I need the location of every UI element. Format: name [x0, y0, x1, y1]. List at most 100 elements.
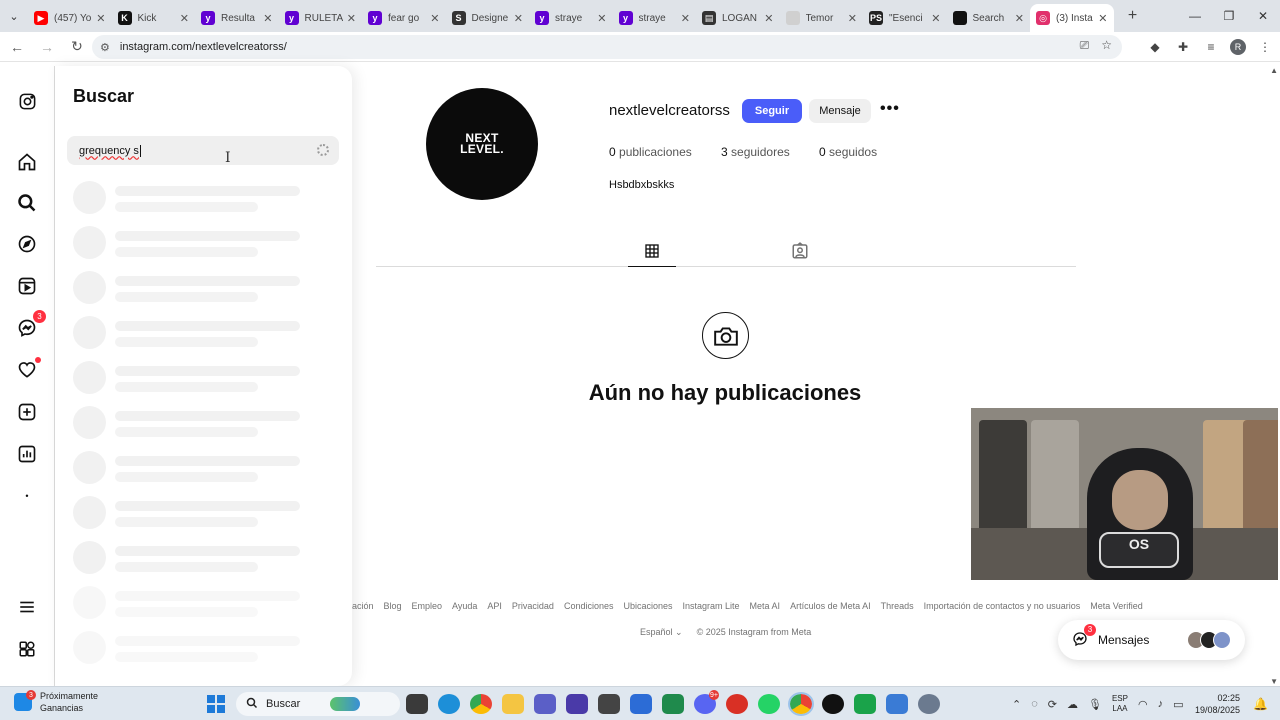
- tab-posts-grid[interactable]: [628, 236, 676, 267]
- close-tab-icon[interactable]: ✕: [681, 12, 690, 25]
- footer-link[interactable]: Meta AI: [750, 601, 781, 611]
- browser-tab[interactable]: y fear go ✕: [362, 4, 446, 32]
- address-bar[interactable]: ⚙ instagram.com/nextlevelcreatorss/ ⎚ ☆: [92, 35, 1122, 59]
- profile-dot-icon[interactable]: •: [16, 485, 38, 507]
- footer-link[interactable]: Instagram Lite: [683, 601, 740, 611]
- extensions-puzzle-icon[interactable]: ✚: [1174, 36, 1192, 58]
- close-tab-icon[interactable]: ✕: [263, 12, 272, 25]
- browser-tab[interactable]: y straye ✕: [529, 4, 613, 32]
- pen-app-icon[interactable]: [630, 694, 652, 714]
- volume-icon[interactable]: ♪: [1158, 698, 1164, 710]
- page-scrollbar[interactable]: ▲ ▼: [1270, 66, 1280, 686]
- reload-button[interactable]: ↻: [64, 34, 90, 60]
- messenger-icon[interactable]: 3: [16, 310, 46, 339]
- taskbar-clock[interactable]: 02:25 19/08/2025: [1195, 692, 1240, 716]
- browser-tab[interactable]: Temor ✕: [780, 4, 864, 32]
- more-menu-icon[interactable]: [16, 596, 38, 618]
- search-icon[interactable]: [16, 192, 38, 214]
- close-tab-icon[interactable]: ✕: [430, 12, 439, 25]
- edge-icon[interactable]: [438, 694, 460, 714]
- browser-tab[interactable]: S Designe ✕: [446, 4, 530, 32]
- message-button[interactable]: Mensaje: [809, 99, 871, 123]
- bookmark-star-icon[interactable]: ☆: [1101, 38, 1112, 53]
- browser-tab[interactable]: PS "Esenci ✕: [863, 4, 947, 32]
- footer-link[interactable]: ación: [352, 601, 374, 611]
- also-from-meta-icon[interactable]: [16, 638, 38, 660]
- microphone-icon[interactable]: 🎙: [1088, 698, 1102, 711]
- discord-icon[interactable]: 9+: [694, 690, 719, 714]
- language-selector[interactable]: Español ⌄: [640, 627, 683, 638]
- scroll-up-icon[interactable]: ▲: [1270, 66, 1278, 75]
- close-tab-icon[interactable]: ✕: [764, 12, 773, 25]
- following-stat[interactable]: 0 seguidos: [819, 145, 877, 159]
- chrome-active-icon[interactable]: [788, 692, 814, 716]
- teams-icon[interactable]: [534, 694, 556, 714]
- follow-button[interactable]: Seguir: [742, 99, 802, 123]
- followers-stat[interactable]: 3 seguidores: [721, 145, 790, 159]
- footer-link[interactable]: Condiciones: [564, 601, 614, 611]
- notifications-heart-icon[interactable]: [16, 357, 41, 381]
- notepad-icon[interactable]: [886, 694, 908, 714]
- minimize-icon[interactable]: —: [1178, 0, 1212, 32]
- settings-gear-icon[interactable]: [918, 694, 940, 714]
- close-tab-icon[interactable]: ✕: [597, 12, 606, 25]
- back-button[interactable]: ←: [4, 34, 30, 60]
- taskbar-search-box[interactable]: Buscar: [236, 692, 400, 716]
- home-icon[interactable]: [16, 151, 38, 173]
- footer-link[interactable]: Artículos de Meta AI: [790, 601, 871, 611]
- app-cube-icon[interactable]: [598, 694, 620, 714]
- close-tab-icon[interactable]: ✕: [848, 12, 857, 25]
- close-tab-icon[interactable]: ✕: [96, 12, 105, 25]
- footer-link[interactable]: API: [487, 601, 502, 611]
- wifi-icon[interactable]: ◠: [1138, 698, 1148, 711]
- notification-bell-icon[interactable]: 🔔: [1253, 697, 1268, 711]
- footer-link[interactable]: Meta Verified: [1090, 601, 1143, 611]
- create-post-icon[interactable]: [16, 401, 38, 423]
- browser-tab[interactable]: K Kick ✕: [112, 4, 196, 32]
- more-options-icon[interactable]: •••: [880, 100, 900, 118]
- install-app-icon[interactable]: ⎚: [1080, 38, 1090, 53]
- tray-app-icon[interactable]: ◌: [1031, 698, 1038, 710]
- messages-pill-button[interactable]: 3 Mensajes: [1058, 620, 1245, 660]
- footer-link[interactable]: Importación de contactos y no usuarios: [924, 601, 1081, 611]
- instagram-logo-icon[interactable]: [16, 90, 38, 112]
- reels-icon[interactable]: [16, 275, 38, 297]
- close-window-icon[interactable]: ✕: [1246, 0, 1280, 32]
- browser-tab[interactable]: ◎ (3) Insta ✕: [1030, 4, 1114, 32]
- chrome-icon[interactable]: [470, 694, 492, 714]
- restore-icon[interactable]: ❐: [1212, 0, 1246, 32]
- chevron-up-icon[interactable]: ⌃: [1012, 698, 1021, 711]
- tab-tagged[interactable]: [789, 240, 811, 262]
- browser-tab[interactable]: y straye ✕: [613, 4, 697, 32]
- file-explorer-icon[interactable]: [502, 694, 524, 714]
- kick-app-icon[interactable]: [854, 694, 876, 714]
- extension-icon[interactable]: ◆: [1146, 36, 1164, 58]
- media-app-icon[interactable]: [726, 694, 748, 714]
- close-tab-icon[interactable]: ✕: [180, 12, 189, 25]
- footer-link[interactable]: Blog: [384, 601, 402, 611]
- tray-sync-icon[interactable]: ⟳: [1048, 698, 1057, 711]
- footer-link[interactable]: Threads: [881, 601, 914, 611]
- browser-tab[interactable]: ▤ LOGAN ✕: [696, 4, 780, 32]
- footer-link[interactable]: Ubicaciones: [623, 601, 672, 611]
- close-tab-icon[interactable]: ✕: [347, 12, 356, 25]
- app-dark-icon[interactable]: [822, 694, 844, 714]
- language-indicator[interactable]: ESP LAA: [1112, 694, 1128, 714]
- windows-start-icon[interactable]: [207, 695, 225, 713]
- browser-tab[interactable]: ▶ (457) Yo ✕: [28, 4, 112, 32]
- profile-avatar-icon[interactable]: R: [1230, 39, 1246, 55]
- media-control-icon[interactable]: ≡: [1202, 36, 1220, 58]
- excel-icon[interactable]: [662, 694, 684, 714]
- profile-avatar[interactable]: NEXT LEVEL.: [426, 88, 538, 200]
- close-tab-icon[interactable]: ✕: [514, 12, 523, 25]
- explore-compass-icon[interactable]: [16, 233, 38, 255]
- browser-tab[interactable]: y Resulta ✕: [195, 4, 279, 32]
- scroll-down-icon[interactable]: ▼: [1270, 677, 1278, 686]
- dashboard-icon[interactable]: [16, 443, 38, 465]
- search-input[interactable]: grequency s: [67, 136, 339, 165]
- battery-icon[interactable]: ▭: [1173, 698, 1183, 711]
- tray-cloud-icon[interactable]: ☁: [1067, 698, 1078, 711]
- forward-button[interactable]: →: [34, 34, 60, 60]
- whatsapp-icon[interactable]: [758, 694, 780, 714]
- footer-link[interactable]: Ayuda: [452, 601, 477, 611]
